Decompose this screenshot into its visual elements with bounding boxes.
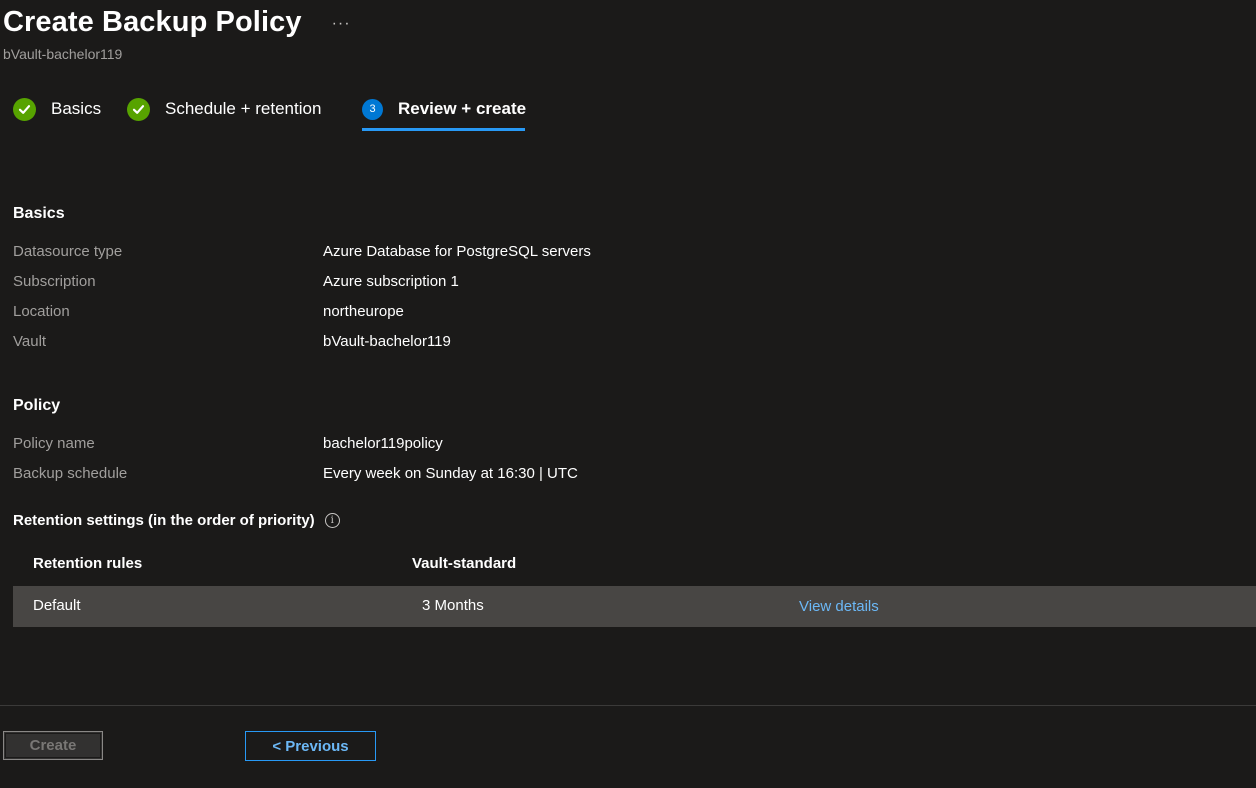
step-schedule-retention[interactable]: Schedule + retention [127, 94, 321, 124]
create-button[interactable]: Create [3, 731, 103, 760]
retention-settings-heading: Retention settings (in the order of prio… [13, 512, 340, 529]
retention-table: Retention rules Vault-standard Default 3… [13, 544, 1256, 627]
row-value: bachelor119policy [323, 435, 443, 452]
step-review-create[interactable]: 3 Review + create [362, 94, 526, 124]
row-key: Datasource type [13, 243, 123, 260]
row-value: Azure Database for PostgreSQL servers [323, 243, 591, 260]
table-row: Default 3 Months View details [13, 586, 1256, 627]
row-key: Policy name [13, 435, 95, 452]
check-circle-icon [127, 97, 150, 121]
row-key: Location [13, 303, 70, 320]
step-label: Review + create [398, 99, 527, 118]
column-header-retention-rules: Retention rules [33, 555, 143, 572]
active-step-underline [362, 128, 525, 131]
step-label: Schedule + retention [165, 99, 322, 118]
retention-settings-label: Retention settings (in the order of prio… [13, 512, 315, 529]
policy-row-policy-name: Policy name bachelor119policy [13, 435, 913, 457]
info-icon[interactable]: i [324, 513, 340, 528]
check-circle-icon [13, 97, 36, 121]
previous-button[interactable]: < Previous [245, 731, 376, 761]
row-key: Vault [13, 333, 47, 350]
more-options-icon[interactable]: ··· [332, 15, 351, 33]
table-header: Retention rules Vault-standard [13, 544, 1256, 586]
basics-row-datasource-type: Datasource type Azure Database for Postg… [13, 243, 913, 265]
basics-row-location: Location northeurope [13, 303, 913, 325]
row-value: northeurope [323, 303, 404, 320]
step-basics[interactable]: Basics [13, 94, 101, 124]
title-row: Create Backup Policy ··· [3, 6, 351, 39]
page-title: Create Backup Policy [3, 6, 302, 38]
cell-retention-rule: Default [33, 597, 81, 614]
row-value: Azure subscription 1 [323, 273, 459, 290]
basics-row-vault: Vault bVault-bachelor119 [13, 333, 913, 355]
row-value: bVault-bachelor119 [323, 333, 451, 350]
column-header-vault-standard: Vault-standard [412, 555, 517, 572]
row-value: Every week on Sunday at 16:30 | UTC [323, 465, 578, 482]
step-label: Basics [51, 99, 102, 118]
step-number-badge: 3 [362, 98, 383, 120]
row-key: Subscription [13, 273, 96, 290]
policy-heading: Policy [13, 397, 61, 414]
footer-divider [0, 705, 1256, 706]
basics-heading: Basics [13, 205, 65, 222]
row-key: Backup schedule [13, 465, 128, 482]
view-details-link[interactable]: View details [799, 598, 879, 615]
policy-row-backup-schedule: Backup schedule Every week on Sunday at … [13, 465, 913, 487]
create-backup-policy-page: Create Backup Policy ··· bVault-bachelor… [0, 0, 1256, 788]
basics-row-subscription: Subscription Azure subscription 1 [13, 273, 913, 295]
cell-vault-standard: 3 Months [422, 597, 484, 614]
page-subtitle: bVault-bachelor119 [3, 46, 123, 62]
